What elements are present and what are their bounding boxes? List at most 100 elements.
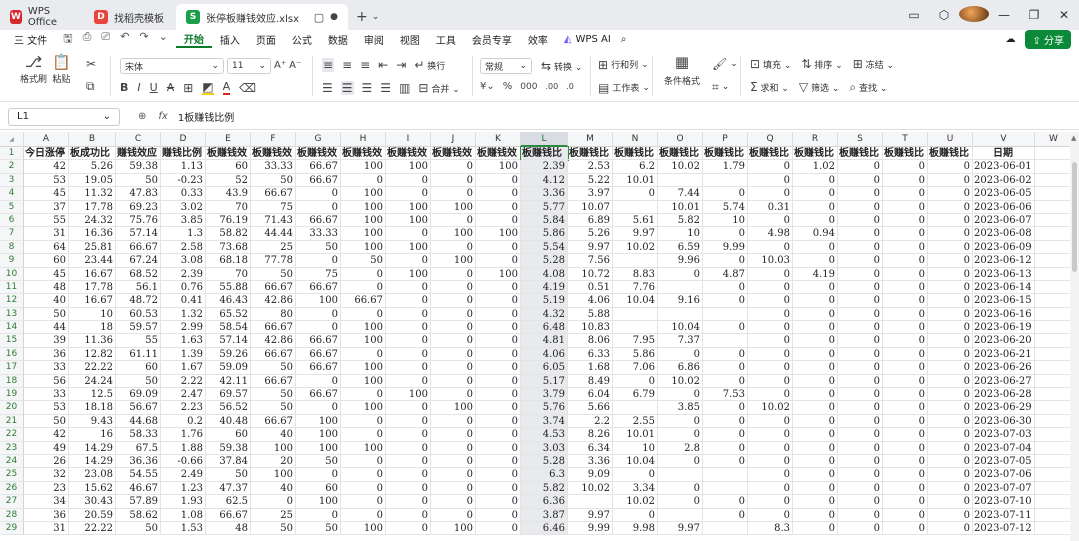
cell-c25[interactable]: 54.55 (116, 468, 161, 482)
cell-i22[interactable]: 0 (386, 428, 431, 442)
merge-button[interactable]: ⊟ 合并 ⌄ (418, 82, 459, 95)
cell-o3[interactable] (658, 173, 703, 188)
cell-b27[interactable]: 30.43 (69, 495, 116, 509)
cell-a10[interactable]: 45 (24, 267, 69, 281)
cell-f22[interactable]: 40 (251, 428, 296, 442)
cell-c22[interactable]: 58.33 (116, 428, 161, 442)
cell-n10[interactable]: 8.83 (613, 267, 658, 281)
cell-q17[interactable]: 0 (748, 361, 793, 375)
layout-icon[interactable]: ▭ (899, 8, 929, 22)
print-icon[interactable]: ⎙ (83, 30, 92, 49)
cell-a7[interactable]: 31 (24, 227, 69, 241)
row-header[interactable]: 7 (0, 227, 24, 241)
cell-e25[interactable]: 50 (206, 468, 251, 482)
cell-p15[interactable] (703, 334, 748, 348)
cell-c9[interactable]: 67.24 (116, 254, 161, 268)
cell-q20[interactable]: 10.02 (748, 401, 793, 415)
copy-button[interactable]: ⧉ (86, 80, 95, 92)
cell-s28[interactable]: 0 (838, 508, 883, 522)
cell-o10[interactable]: 0 (658, 267, 703, 281)
cell-k20[interactable]: 0 (476, 401, 521, 415)
cell-t6[interactable]: 0 (883, 213, 928, 228)
cell-l14[interactable]: 6.48 (521, 321, 568, 335)
redo-icon[interactable]: ↷ (139, 30, 148, 49)
cell-v3[interactable]: 2023-06-02 (973, 173, 1035, 188)
cell-g5[interactable]: 0 (296, 200, 341, 214)
cell-t29[interactable]: 0 (883, 521, 928, 536)
cell-v19[interactable]: 2023-06-28 (973, 388, 1035, 402)
cell-o24[interactable]: 0 (658, 454, 703, 469)
cell-r24[interactable]: 0 (793, 454, 838, 469)
cell-a13[interactable]: 50 (24, 307, 69, 322)
cell-i17[interactable]: 0 (386, 361, 431, 375)
cell-g25[interactable]: 0 (296, 468, 341, 482)
cell-c24[interactable]: 36.36 (116, 454, 161, 469)
cell-h27[interactable]: 0 (341, 495, 386, 509)
number-format-select[interactable]: 常规 ⌄ (480, 58, 532, 74)
cell-w19[interactable] (1035, 388, 1070, 402)
cell-v12[interactable]: 2023-06-15 (973, 294, 1035, 308)
cell-i9[interactable]: 0 (386, 254, 431, 268)
cell-p23[interactable]: 0 (703, 441, 748, 455)
cell-w18[interactable] (1035, 375, 1070, 389)
cell-j19[interactable]: 0 (431, 388, 476, 402)
column-header-l[interactable]: L (521, 132, 568, 147)
cell-u27[interactable]: 0 (928, 495, 973, 509)
cell-d20[interactable]: 2.23 (161, 401, 206, 415)
cell-e10[interactable]: 70 (206, 267, 251, 281)
column-header-f[interactable]: F (251, 132, 296, 147)
align-center-icon[interactable]: ☰ (340, 81, 354, 95)
cell-p4[interactable]: 0 (703, 187, 748, 201)
cell-t27[interactable]: 0 (883, 495, 928, 509)
cell-u4[interactable]: 0 (928, 187, 973, 201)
cell-a8[interactable]: 64 (24, 240, 69, 255)
cell-e1[interactable]: 板赚钱效 (206, 147, 251, 161)
cell-t13[interactable]: 0 (883, 307, 928, 322)
cell-o11[interactable] (658, 280, 703, 295)
cell-d6[interactable]: 3.85 (161, 213, 206, 228)
cell-o18[interactable]: 10.02 (658, 374, 703, 389)
cell-p29[interactable] (703, 521, 748, 536)
cell-p24[interactable]: 0 (703, 454, 748, 469)
align-right-icon[interactable]: ☰ (362, 82, 373, 94)
cell-r25[interactable]: 0 (793, 468, 838, 482)
cell-k4[interactable]: 0 (476, 187, 521, 201)
column-header-v[interactable]: V (973, 132, 1035, 147)
row-header[interactable]: 2 (0, 160, 24, 174)
filter-button[interactable]: ▽ 筛选 ⌄ (799, 81, 840, 94)
cell-d5[interactable]: 3.02 (161, 200, 206, 214)
column-header-i[interactable]: I (386, 132, 431, 147)
cell-r29[interactable]: 0 (793, 521, 838, 536)
underline-icon[interactable]: U (150, 82, 158, 94)
indent-decrease-icon[interactable]: ⇤ (378, 59, 388, 71)
cell-n25[interactable]: 0 (613, 468, 658, 482)
cell-k5[interactable]: 0 (476, 200, 521, 214)
cell-t2[interactable]: 0 (883, 160, 928, 174)
cell-g11[interactable]: 66.67 (296, 280, 341, 295)
cut-button[interactable]: ✂ (86, 58, 96, 70)
cell-l28[interactable]: 3.87 (521, 508, 568, 522)
cell-g27[interactable]: 100 (296, 495, 341, 509)
cell-w5[interactable] (1035, 201, 1070, 214)
tab-wps-office[interactable]: W WPS Office (0, 4, 84, 30)
justify-icon[interactable]: ☰ (380, 82, 391, 94)
cell-l6[interactable]: 5.84 (521, 213, 568, 228)
cell-v10[interactable]: 2023-06-13 (973, 267, 1035, 281)
cell-w10[interactable] (1035, 268, 1070, 281)
cell-j18[interactable]: 0 (431, 374, 476, 389)
cell-w4[interactable] (1035, 187, 1070, 201)
cell-n5[interactable] (613, 200, 658, 214)
cell-a6[interactable]: 55 (24, 213, 69, 228)
cell-b8[interactable]: 25.81 (69, 240, 116, 255)
cell-q26[interactable]: 0 (748, 481, 793, 496)
cell-f7[interactable]: 44.44 (251, 227, 296, 241)
cell-e23[interactable]: 59.38 (206, 441, 251, 455)
cell-e17[interactable]: 59.09 (206, 361, 251, 375)
cell-f24[interactable]: 20 (251, 454, 296, 469)
cell-b29[interactable]: 22.22 (69, 521, 116, 536)
cell-l19[interactable]: 3.79 (521, 388, 568, 402)
cell-t14[interactable]: 0 (883, 321, 928, 335)
cell-s16[interactable]: 0 (838, 347, 883, 362)
cell-s25[interactable]: 0 (838, 468, 883, 482)
indent-increase-icon[interactable]: ⇥ (396, 59, 406, 71)
